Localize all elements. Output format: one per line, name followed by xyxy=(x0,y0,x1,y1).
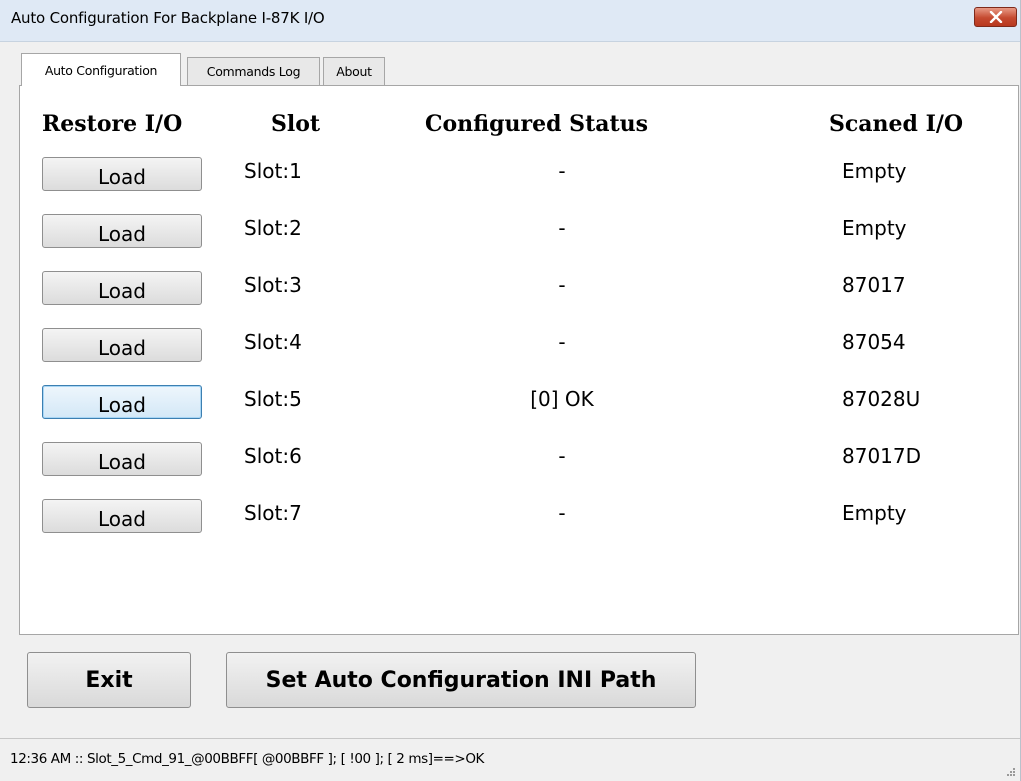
tab-commands-log[interactable]: Commands Log xyxy=(187,57,320,85)
window-title: Auto Configuration For Backplane I-87K I… xyxy=(11,9,325,27)
close-button[interactable] xyxy=(974,7,1017,27)
exit-button[interactable]: Exit xyxy=(27,652,191,708)
header-configured-status: Configured Status xyxy=(425,111,649,137)
load-button-slot-5[interactable]: Load xyxy=(42,385,202,419)
configured-status: - xyxy=(558,216,566,240)
scanned-io: Empty xyxy=(842,216,907,240)
slot-label: Slot:3 xyxy=(244,273,302,297)
header-restore-io: Restore I/O xyxy=(42,111,183,137)
configured-status: - xyxy=(558,330,566,354)
scanned-io: 87054 xyxy=(842,330,906,354)
load-button-slot-1[interactable]: Load xyxy=(42,157,202,191)
load-button-slot-6[interactable]: Load xyxy=(42,442,202,476)
load-button-slot-2[interactable]: Load xyxy=(42,214,202,248)
header-slot: Slot xyxy=(271,111,321,137)
slot-label: Slot:5 xyxy=(244,387,302,411)
scanned-io: 87017D xyxy=(842,444,922,468)
configured-status: - xyxy=(558,159,566,183)
configured-status: - xyxy=(558,273,566,297)
load-button-slot-4[interactable]: Load xyxy=(42,328,202,362)
app-window: Auto Configuration For Backplane I-87K I… xyxy=(0,0,1021,781)
scanned-io: 87028U xyxy=(842,387,921,411)
set-ini-path-button[interactable]: Set Auto Configuration INI Path xyxy=(226,652,696,708)
slot-label: Slot:4 xyxy=(244,330,302,354)
scanned-io: 87017 xyxy=(842,273,906,297)
load-button-slot-3[interactable]: Load xyxy=(42,271,202,305)
configured-status: [0] OK xyxy=(530,387,594,411)
slot-label: Slot:1 xyxy=(244,159,302,183)
tab-auto-configuration[interactable]: Auto Configuration xyxy=(21,53,181,86)
status-message: 12:36 AM :: Slot_5_Cmd_91_@00BBFF[ @00BB… xyxy=(10,751,485,767)
tab-about[interactable]: About xyxy=(323,57,385,85)
configured-status: - xyxy=(558,444,566,468)
resize-grip-icon[interactable] xyxy=(1004,765,1016,777)
slot-label: Slot:6 xyxy=(244,444,302,468)
header-scanned-io: Scaned I/O xyxy=(829,111,964,137)
configured-status: - xyxy=(558,501,566,525)
scanned-io: Empty xyxy=(842,159,907,183)
title-bar[interactable]: Auto Configuration For Backplane I-87K I… xyxy=(0,0,1020,42)
scanned-io: Empty xyxy=(842,501,907,525)
slot-label: Slot:2 xyxy=(244,216,302,240)
slot-label: Slot:7 xyxy=(244,501,302,525)
close-icon xyxy=(989,11,1003,23)
load-button-slot-7[interactable]: Load xyxy=(42,499,202,533)
status-bar: 12:36 AM :: Slot_5_Cmd_91_@00BBFF[ @00BB… xyxy=(0,738,1020,781)
